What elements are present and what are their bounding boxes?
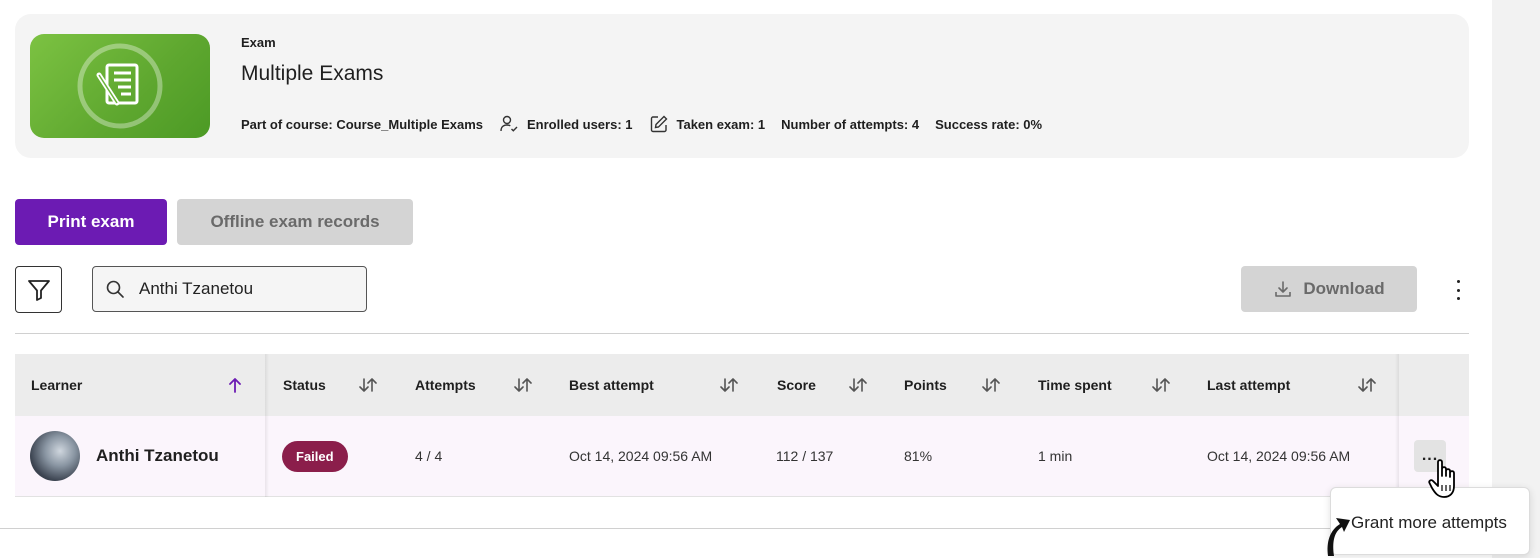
column-label: Best attempt: [569, 377, 654, 393]
filter-button[interactable]: [15, 266, 62, 313]
status-cell: Failed: [282, 416, 348, 496]
column-header-points[interactable]: Points: [904, 354, 947, 416]
download-button[interactable]: Download: [1241, 266, 1417, 312]
meta-taken: Taken exam: 1: [649, 114, 766, 134]
learner-cell[interactable]: Anthi Tzanetou: [15, 416, 219, 496]
sort-icon[interactable]: [1151, 376, 1171, 394]
last-attempt-cell: Oct 14, 2024 09:56 AM: [1207, 448, 1351, 464]
meta-enrolled-text: Enrolled users: 1: [527, 116, 633, 132]
table-row[interactable]: Anthi Tzanetou Failed 4 / 4 Oct 14, 2024…: [15, 416, 1469, 497]
column-label: Points: [904, 377, 947, 393]
offline-exam-records-button[interactable]: Offline exam records: [177, 199, 413, 245]
meta-course: Part of course: Course_Multiple Exams: [241, 117, 483, 132]
learner-name[interactable]: Anthi Tzanetou: [96, 446, 219, 466]
column-label: Learner: [31, 377, 83, 393]
sort-icon[interactable]: [848, 376, 868, 394]
column-label: Attempts: [415, 377, 476, 393]
best-attempt-cell: Oct 14, 2024 09:56 AM: [569, 448, 713, 464]
curved-arrow-icon: [1327, 518, 1350, 556]
search-field[interactable]: [92, 266, 367, 312]
meta-attempts-text: Number of attempts: 4: [781, 116, 920, 132]
status-badge: Failed: [282, 440, 348, 472]
search-input[interactable]: [139, 279, 349, 299]
download-icon: [1275, 281, 1292, 297]
column-header-score[interactable]: Score: [777, 354, 816, 416]
column-label: Score: [777, 377, 816, 393]
column-header-attempts[interactable]: Attempts: [415, 354, 476, 416]
column-header-best-attempt[interactable]: Best attempt: [569, 354, 654, 416]
column-header-time-spent[interactable]: Time spent: [1038, 354, 1112, 416]
sort-icon[interactable]: [513, 376, 533, 394]
meta-taken-text: Taken exam: 1: [676, 116, 766, 132]
exam-header-card: Exam Multiple Exams Part of course: Cour…: [15, 14, 1469, 158]
exam-thumbnail: [30, 34, 210, 138]
meta-success: Success rate: 0%: [935, 117, 1042, 132]
meta-enrolled: Enrolled users: 1: [499, 114, 633, 134]
column-label: Last attempt: [1207, 377, 1291, 393]
column-divider: [1395, 354, 1399, 497]
exam-document-icon: [77, 43, 163, 129]
more-options-icon[interactable]: [1448, 280, 1468, 300]
table-header: Learner Status Attempts Best attempt Sco…: [15, 354, 1469, 416]
meta-success-text: Success rate: 0%: [935, 116, 1043, 132]
sort-icon[interactable]: [719, 376, 739, 394]
column-label: Time spent: [1038, 377, 1112, 393]
hand-cursor-icon: [1428, 459, 1455, 498]
column-header-last-attempt[interactable]: Last attempt: [1207, 354, 1290, 416]
sort-icon[interactable]: [1357, 376, 1377, 394]
attempts-cell: 4 / 4: [415, 448, 443, 464]
page: Exam Multiple Exams Part of course: Cour…: [0, 0, 1540, 558]
exam-title: Multiple Exams: [241, 62, 384, 85]
results-table: Learner Status Attempts Best attempt Sco…: [15, 354, 1469, 497]
column-label: Status: [283, 377, 326, 393]
toolbar-divider: [15, 333, 1469, 334]
download-label: Download: [1303, 279, 1385, 298]
time-spent-cell: 1 min: [1038, 448, 1073, 464]
grant-more-attempts-menu-item[interactable]: Grant more attempts: [1351, 513, 1507, 533]
sort-ascending-icon[interactable]: [227, 376, 243, 394]
exam-type-label: Exam: [241, 35, 276, 50]
meta-course-text: Part of course: Course_Multiple Exams: [241, 116, 484, 132]
print-exam-button[interactable]: Print exam: [15, 199, 167, 245]
column-divider: [265, 354, 269, 497]
avatar: [30, 431, 80, 481]
user-check-icon: [500, 115, 518, 132]
points-cell: 81%: [904, 448, 933, 464]
search-icon: [106, 280, 124, 298]
sort-icon[interactable]: [981, 376, 1001, 394]
column-header-status[interactable]: Status: [283, 354, 326, 416]
exam-meta-row: Part of course: Course_Multiple Exams En…: [241, 114, 1058, 134]
footer-divider: [0, 528, 1330, 529]
sort-icon[interactable]: [358, 376, 378, 394]
column-header-learner[interactable]: Learner: [31, 354, 82, 416]
filter-icon: [27, 279, 50, 301]
scrollbar-gutter: [1492, 0, 1540, 558]
meta-attempts: Number of attempts: 4: [781, 117, 919, 132]
edit-icon: [650, 115, 667, 133]
score-cell: 112 / 137: [776, 448, 834, 464]
